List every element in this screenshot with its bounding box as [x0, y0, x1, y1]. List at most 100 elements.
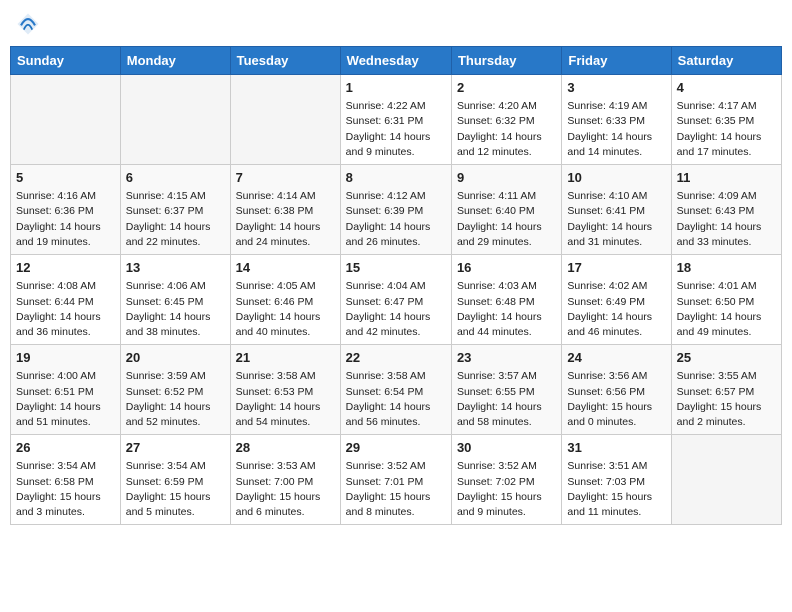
day-info: Sunrise: 3:55 AM Sunset: 6:57 PM Dayligh… [677, 369, 776, 430]
calendar-cell: 17 Sunrise: 4:02 AM Sunset: 6:49 PM Dayli… [562, 255, 671, 345]
day-number: 23 [457, 349, 556, 367]
calendar-cell: 12 Sunrise: 4:08 AM Sunset: 6:44 PM Dayli… [11, 255, 121, 345]
day-info: Sunrise: 3:58 AM Sunset: 6:54 PM Dayligh… [346, 369, 446, 430]
day-number: 15 [346, 259, 446, 277]
calendar-cell: 22 Sunrise: 3:58 AM Sunset: 6:54 PM Dayli… [340, 345, 451, 435]
day-info: Sunrise: 4:11 AM Sunset: 6:40 PM Dayligh… [457, 189, 556, 250]
weekday-friday: Friday [562, 47, 671, 75]
calendar-cell: 15Sunrise: 4:04 AM Sunset: 6:47 PM Dayli… [340, 255, 451, 345]
calendar-cell: 1 Sunrise: 4:22 AM Sunset: 6:31 PM Daylig… [340, 75, 451, 165]
day-number: 8 [346, 169, 446, 187]
day-number: 14 [236, 259, 335, 277]
calendar-cell: 4 Sunrise: 4:17 AM Sunset: 6:35 PM Daylig… [671, 75, 781, 165]
calendar-table: SundayMondayTuesdayWednesdayThursdayFrid… [10, 46, 782, 525]
day-info: Sunrise: 4:00 AM Sunset: 6:51 PM Dayligh… [16, 369, 115, 430]
calendar-cell: 23 Sunrise: 3:57 AM Sunset: 6:55 PM Dayli… [451, 345, 561, 435]
day-number: 28 [236, 439, 335, 457]
calendar-cell: 9 Sunrise: 4:11 AM Sunset: 6:40 PM Daylig… [451, 165, 561, 255]
calendar-cell: 5 Sunrise: 4:16 AM Sunset: 6:36 PM Daylig… [11, 165, 121, 255]
calendar-cell: 18 Sunrise: 4:01 AM Sunset: 6:50 PM Dayli… [671, 255, 781, 345]
calendar-cell: 2 Sunrise: 4:20 AM Sunset: 6:32 PM Daylig… [451, 75, 561, 165]
calendar-cell: 11 Sunrise: 4:09 AM Sunset: 6:43 PM Dayli… [671, 165, 781, 255]
calendar-cell: 31Sunrise: 3:51 AM Sunset: 7:03 PM Dayli… [562, 435, 671, 525]
day-info: Sunrise: 4:20 AM Sunset: 6:32 PM Dayligh… [457, 99, 556, 160]
calendar-cell: 19 Sunrise: 4:00 AM Sunset: 6:51 PM Dayli… [11, 345, 121, 435]
weekday-monday: Monday [120, 47, 230, 75]
weekday-saturday: Saturday [671, 47, 781, 75]
calendar-cell: 3 Sunrise: 4:19 AM Sunset: 6:33 PM Daylig… [562, 75, 671, 165]
day-info: Sunrise: 4:08 AM Sunset: 6:44 PM Dayligh… [16, 279, 115, 340]
weekday-tuesday: Tuesday [230, 47, 340, 75]
day-info: Sunrise: 4:01 AM Sunset: 6:50 PM Dayligh… [677, 279, 776, 340]
calendar-cell: 26 Sunrise: 3:54 AM Sunset: 6:58 PM Dayli… [11, 435, 121, 525]
day-info: Sunrise: 3:57 AM Sunset: 6:55 PM Dayligh… [457, 369, 556, 430]
logo-icon [14, 10, 42, 38]
day-number: 16 [457, 259, 556, 277]
day-info: Sunrise: 4:10 AM Sunset: 6:41 PM Dayligh… [567, 189, 665, 250]
calendar-cell: 24Sunrise: 3:56 AM Sunset: 6:56 PM Dayli… [562, 345, 671, 435]
calendar-cell: 30 Sunrise: 3:52 AM Sunset: 7:02 PM Dayli… [451, 435, 561, 525]
day-number: 26 [16, 439, 115, 457]
day-number: 7 [236, 169, 335, 187]
calendar-cell [11, 75, 121, 165]
day-number: 25 [677, 349, 776, 367]
calendar-week-2: 5 Sunrise: 4:16 AM Sunset: 6:36 PM Daylig… [11, 165, 782, 255]
day-info: Sunrise: 4:02 AM Sunset: 6:49 PM Dayligh… [567, 279, 665, 340]
day-info: Sunrise: 3:54 AM Sunset: 6:58 PM Dayligh… [16, 459, 115, 520]
day-info: Sunrise: 4:09 AM Sunset: 6:43 PM Dayligh… [677, 189, 776, 250]
day-number: 12 [16, 259, 115, 277]
day-info: Sunrise: 3:53 AM Sunset: 7:00 PM Dayligh… [236, 459, 335, 520]
day-info: Sunrise: 3:58 AM Sunset: 6:53 PM Dayligh… [236, 369, 335, 430]
day-number: 31 [567, 439, 665, 457]
day-number: 27 [126, 439, 225, 457]
day-number: 4 [677, 79, 776, 97]
calendar-cell [671, 435, 781, 525]
calendar-cell: 21 Sunrise: 3:58 AM Sunset: 6:53 PM Dayli… [230, 345, 340, 435]
day-number: 5 [16, 169, 115, 187]
calendar-week-3: 12 Sunrise: 4:08 AM Sunset: 6:44 PM Dayli… [11, 255, 782, 345]
logo [14, 10, 46, 38]
weekday-thursday: Thursday [451, 47, 561, 75]
day-info: Sunrise: 4:19 AM Sunset: 6:33 PM Dayligh… [567, 99, 665, 160]
calendar-cell: 16Sunrise: 4:03 AM Sunset: 6:48 PM Dayli… [451, 255, 561, 345]
calendar-cell [230, 75, 340, 165]
weekday-wednesday: Wednesday [340, 47, 451, 75]
day-number: 13 [126, 259, 225, 277]
calendar-cell: 13 Sunrise: 4:06 AM Sunset: 6:45 PM Dayli… [120, 255, 230, 345]
calendar-cell: 28 Sunrise: 3:53 AM Sunset: 7:00 PM Dayli… [230, 435, 340, 525]
calendar-cell: 27 Sunrise: 3:54 AM Sunset: 6:59 PM Dayli… [120, 435, 230, 525]
day-info: Sunrise: 3:52 AM Sunset: 7:02 PM Dayligh… [457, 459, 556, 520]
calendar-cell: 10Sunrise: 4:10 AM Sunset: 6:41 PM Dayli… [562, 165, 671, 255]
day-info: Sunrise: 3:54 AM Sunset: 6:59 PM Dayligh… [126, 459, 225, 520]
day-number: 9 [457, 169, 556, 187]
day-number: 1 [346, 79, 446, 97]
calendar-cell: 7 Sunrise: 4:14 AM Sunset: 6:38 PM Daylig… [230, 165, 340, 255]
weekday-sunday: Sunday [11, 47, 121, 75]
day-number: 19 [16, 349, 115, 367]
day-info: Sunrise: 4:15 AM Sunset: 6:37 PM Dayligh… [126, 189, 225, 250]
day-info: Sunrise: 4:14 AM Sunset: 6:38 PM Dayligh… [236, 189, 335, 250]
day-number: 2 [457, 79, 556, 97]
day-info: Sunrise: 3:59 AM Sunset: 6:52 PM Dayligh… [126, 369, 225, 430]
day-number: 20 [126, 349, 225, 367]
weekday-header-row: SundayMondayTuesdayWednesdayThursdayFrid… [11, 47, 782, 75]
day-info: Sunrise: 4:16 AM Sunset: 6:36 PM Dayligh… [16, 189, 115, 250]
day-info: Sunrise: 4:06 AM Sunset: 6:45 PM Dayligh… [126, 279, 225, 340]
day-info: Sunrise: 4:17 AM Sunset: 6:35 PM Dayligh… [677, 99, 776, 160]
page-header [10, 10, 782, 38]
day-number: 11 [677, 169, 776, 187]
day-info: Sunrise: 4:12 AM Sunset: 6:39 PM Dayligh… [346, 189, 446, 250]
day-info: Sunrise: 4:05 AM Sunset: 6:46 PM Dayligh… [236, 279, 335, 340]
calendar-cell: 20 Sunrise: 3:59 AM Sunset: 6:52 PM Dayli… [120, 345, 230, 435]
calendar-body: 1 Sunrise: 4:22 AM Sunset: 6:31 PM Daylig… [11, 75, 782, 525]
day-number: 17 [567, 259, 665, 277]
calendar-cell: 6Sunrise: 4:15 AM Sunset: 6:37 PM Daylig… [120, 165, 230, 255]
day-number: 30 [457, 439, 556, 457]
day-number: 3 [567, 79, 665, 97]
calendar-cell: 14 Sunrise: 4:05 AM Sunset: 6:46 PM Dayli… [230, 255, 340, 345]
day-number: 21 [236, 349, 335, 367]
day-number: 18 [677, 259, 776, 277]
day-info: Sunrise: 4:22 AM Sunset: 6:31 PM Dayligh… [346, 99, 446, 160]
day-info: Sunrise: 3:56 AM Sunset: 6:56 PM Dayligh… [567, 369, 665, 430]
day-number: 22 [346, 349, 446, 367]
